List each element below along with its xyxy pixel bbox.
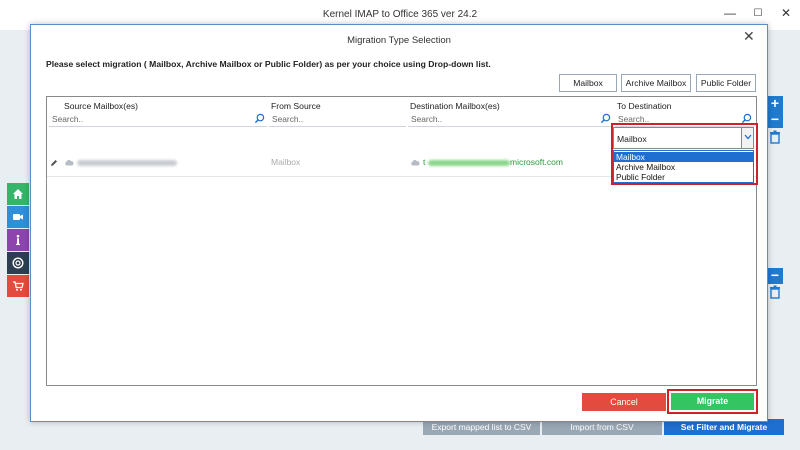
column-header-from-source[interactable]: From Source xyxy=(271,101,321,111)
dialog-title: Migration Type Selection xyxy=(347,35,451,46)
chevron-down-icon xyxy=(744,134,752,140)
video-icon xyxy=(13,214,23,220)
option-mailbox[interactable]: Mailbox xyxy=(614,152,753,162)
column-header-source[interactable]: Source Mailbox(es) xyxy=(64,101,138,111)
migrate-button[interactable]: Migrate xyxy=(671,393,754,410)
option-public-folder[interactable]: Public Folder xyxy=(614,172,753,182)
app-close-button[interactable]: ✕ xyxy=(776,6,796,20)
search-icon xyxy=(254,113,265,124)
instruction-text: Please select migration ( Mailbox, Archi… xyxy=(46,59,491,69)
migration-type-dialog: Migration Type Selection ✕ Please select… xyxy=(30,24,768,422)
destination-search-input[interactable]: Search.. xyxy=(408,112,613,127)
from-source-search-input[interactable]: Search.. xyxy=(269,112,406,127)
search-icon xyxy=(600,113,611,124)
home-icon xyxy=(13,189,23,199)
edit-pencil-icon xyxy=(51,160,57,166)
from-source-value: Mailbox xyxy=(271,157,301,167)
destination-prefix: t xyxy=(423,157,426,167)
maximize-button[interactable]: ☐ xyxy=(748,8,768,19)
app-title: Kernel IMAP to Office 365 ver 24.2 xyxy=(322,9,478,20)
home-button[interactable] xyxy=(7,183,29,205)
minimize-button[interactable]: — xyxy=(720,6,740,20)
mailbox-type-button[interactable]: Mailbox xyxy=(559,74,617,92)
help-icon xyxy=(12,257,24,269)
option-archive-mailbox[interactable]: Archive Mailbox xyxy=(614,162,753,172)
cart-icon xyxy=(13,281,24,291)
destination-options-list: Mailbox Archive Mailbox Public Folder xyxy=(613,150,754,183)
dialog-close-button[interactable]: ✕ xyxy=(743,28,755,45)
public-folder-type-button[interactable]: Public Folder xyxy=(696,74,756,92)
column-header-destination[interactable]: Destination Mailbox(es) xyxy=(410,101,500,111)
remove-bottom-button[interactable]: − xyxy=(767,268,783,284)
destination-suffix: microsoft.com xyxy=(510,157,563,167)
dropdown-arrow[interactable] xyxy=(741,128,753,148)
info-icon xyxy=(16,234,20,245)
remove-top-button[interactable]: − xyxy=(767,112,783,128)
destination-mailbox-redacted xyxy=(428,160,510,166)
cancel-button[interactable]: Cancel xyxy=(582,393,666,411)
source-search-input[interactable]: Search.. xyxy=(49,112,267,127)
video-button[interactable] xyxy=(7,206,29,228)
archive-mailbox-type-button[interactable]: Archive Mailbox xyxy=(621,74,691,92)
column-header-to-destination[interactable]: To Destination xyxy=(617,101,671,111)
trash-icon[interactable] xyxy=(767,284,783,300)
add-top-button[interactable]: + xyxy=(767,96,783,112)
source-mailbox-redacted xyxy=(77,160,177,166)
to-destination-select[interactable]: Mailbox xyxy=(613,127,754,149)
cloud-icon xyxy=(65,160,74,166)
cart-button[interactable] xyxy=(7,275,29,297)
cloud-icon xyxy=(411,160,420,166)
help-button[interactable] xyxy=(7,252,29,274)
info-button[interactable] xyxy=(7,229,29,251)
trash-icon[interactable] xyxy=(767,129,783,145)
